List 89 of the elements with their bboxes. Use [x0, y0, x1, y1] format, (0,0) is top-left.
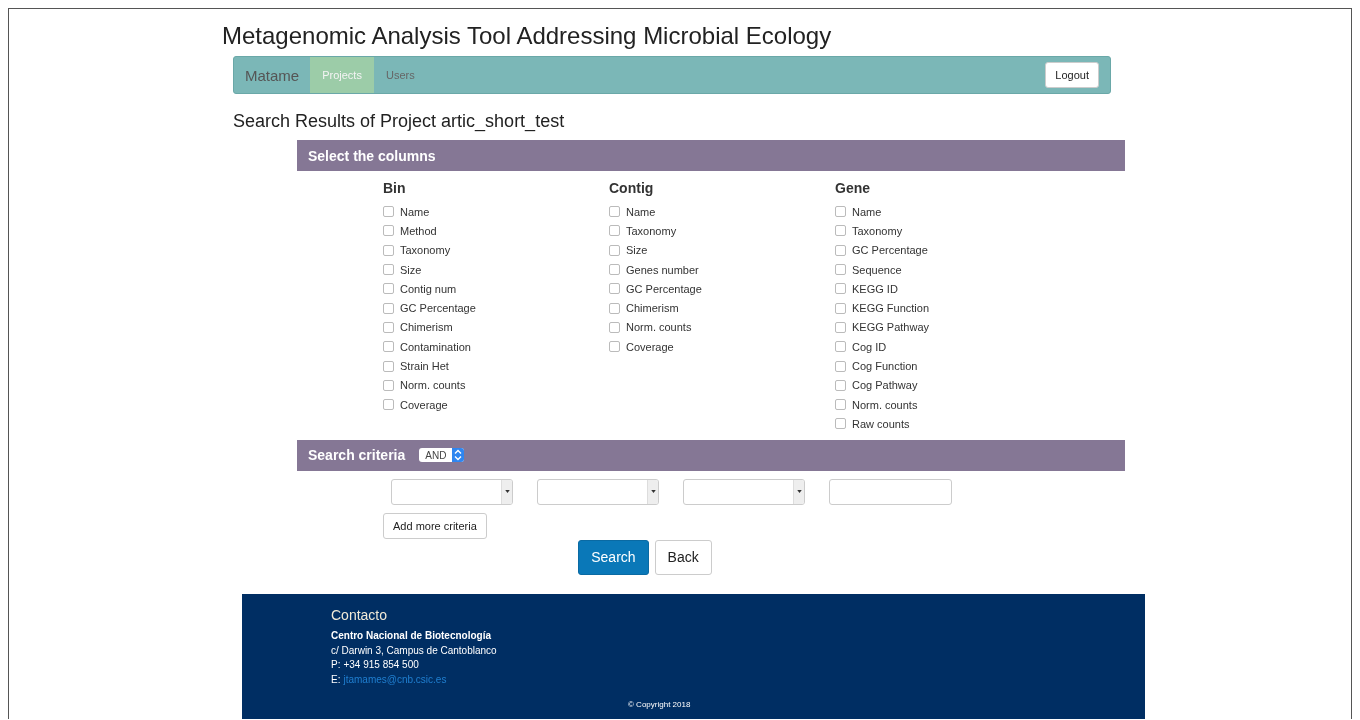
checkbox[interactable] — [835, 302, 846, 314]
checkbox-label[interactable]: Cog Pathway — [852, 379, 918, 392]
phone-label: P: — [331, 658, 341, 673]
checkbox[interactable] — [835, 360, 846, 372]
group-title: Contig — [609, 180, 655, 198]
section-title: Select the columns — [308, 147, 436, 164]
address-text: c/ Darwin 3, Campus de Cantoblanco — [331, 643, 498, 658]
checkbox[interactable] — [609, 283, 620, 295]
checkbox-label[interactable]: Method — [400, 224, 437, 237]
checkbox-label[interactable]: Name — [852, 205, 882, 218]
caret-icon — [504, 490, 510, 494]
checkbox[interactable] — [835, 399, 846, 411]
checkbox[interactable] — [383, 399, 394, 411]
checkbox[interactable] — [383, 302, 394, 314]
checkbox-label[interactable]: Contig num — [400, 282, 457, 295]
search-button[interactable]: Search — [578, 539, 649, 575]
checkbox-label[interactable]: Cog Function — [852, 360, 918, 372]
checkbox[interactable] — [835, 283, 846, 295]
checkbox[interactable] — [609, 206, 620, 218]
checkbox-label[interactable]: Cog ID — [852, 340, 887, 353]
checkbox[interactable] — [835, 264, 846, 276]
checkbox-label[interactable]: Norm. counts — [400, 379, 466, 392]
checkbox-label[interactable]: Coverage — [626, 340, 674, 353]
checkbox-label[interactable]: Name — [400, 205, 430, 218]
organization-name: Centro Nacional de Biotecnología — [331, 629, 493, 644]
page-heading: Search Results of Project artic_short_test — [233, 111, 566, 134]
checkbox-label[interactable]: KEGG Function — [852, 302, 930, 315]
checkbox-label[interactable]: Coverage — [400, 398, 448, 411]
checkbox[interactable] — [383, 341, 394, 353]
checkbox-label[interactable]: Size — [400, 263, 422, 276]
phone-number: +34 915 854 500 — [343, 658, 419, 673]
checkbox-label[interactable]: KEGG ID — [852, 282, 898, 295]
dropdown-field[interactable] — [391, 478, 513, 505]
site-title: Metagenomic Analysis Tool Addressing Microbial Ecology — [222, 22, 833, 51]
checkbox[interactable] — [383, 321, 394, 333]
checkbox[interactable] — [835, 379, 846, 391]
checkbox-label[interactable]: Name — [626, 205, 656, 218]
checkbox[interactable] — [835, 321, 846, 333]
checkbox-label[interactable]: GC Percentage — [852, 244, 928, 257]
checkbox[interactable] — [609, 302, 620, 314]
checkbox-label[interactable]: Size — [626, 244, 648, 257]
logout-button[interactable]: Logout — [1045, 62, 1099, 88]
checkbox-label[interactable]: Taxonomy — [400, 244, 451, 257]
add-criteria-button[interactable]: Add more criteria — [383, 512, 487, 539]
checkbox[interactable] — [835, 341, 846, 353]
checkbox[interactable] — [383, 244, 394, 256]
checkbox-label[interactable]: Norm. counts — [852, 398, 918, 411]
checkbox[interactable] — [383, 206, 394, 218]
checkbox-label[interactable]: GC Percentage — [626, 282, 702, 295]
checkbox[interactable] — [383, 264, 394, 276]
checkbox[interactable] — [609, 244, 620, 256]
group-title: Gene — [835, 180, 871, 198]
checkbox-label[interactable]: Taxonomy — [852, 224, 903, 237]
checkbox-label[interactable]: Sequence — [852, 263, 902, 276]
checkbox-label[interactable]: Chimerism — [400, 321, 453, 334]
operator-select[interactable]: AND — [419, 448, 465, 463]
checkbox-label[interactable]: Taxonomy — [626, 224, 677, 237]
checkbox[interactable] — [835, 244, 846, 256]
dropdown-field[interactable] — [683, 478, 805, 505]
input-field[interactable] — [829, 478, 952, 505]
checkbox-label[interactable]: Strain Het — [400, 360, 449, 372]
checkbox[interactable] — [609, 225, 620, 237]
checkbox[interactable] — [609, 264, 620, 276]
checkbox-label[interactable]: GC Percentage — [400, 302, 476, 315]
dropdown-field[interactable] — [537, 478, 659, 505]
checkbox-label[interactable]: Contamination — [400, 340, 471, 353]
back-button[interactable]: Back — [654, 539, 712, 575]
footer-title: Contacto — [331, 607, 389, 623]
caret-icon — [796, 490, 802, 494]
checkbox-label[interactable]: Raw counts — [852, 417, 910, 430]
checkbox-label[interactable]: Norm. counts — [626, 321, 692, 334]
checkbox[interactable] — [383, 225, 394, 237]
checkbox[interactable] — [609, 341, 620, 353]
checkbox-label[interactable]: Genes number — [626, 263, 699, 276]
checkbox[interactable] — [383, 379, 394, 391]
caret-icon — [650, 490, 656, 494]
email-label: E: — [331, 672, 341, 687]
checkbox[interactable] — [835, 225, 846, 237]
section-title: Search criteria — [308, 447, 406, 464]
checkbox[interactable] — [835, 206, 846, 218]
checkbox-label[interactable]: Chimerism — [626, 302, 679, 315]
checkbox-label[interactable]: KEGG Pathway — [852, 321, 930, 334]
checkbox[interactable] — [383, 283, 394, 295]
checkbox[interactable] — [835, 418, 846, 430]
updown-icon — [452, 448, 465, 463]
checkbox[interactable] — [609, 321, 620, 333]
copyright-text: © Copyright 2018 — [628, 700, 691, 710]
checkbox[interactable] — [383, 360, 394, 372]
group-title: Bin — [383, 180, 407, 198]
